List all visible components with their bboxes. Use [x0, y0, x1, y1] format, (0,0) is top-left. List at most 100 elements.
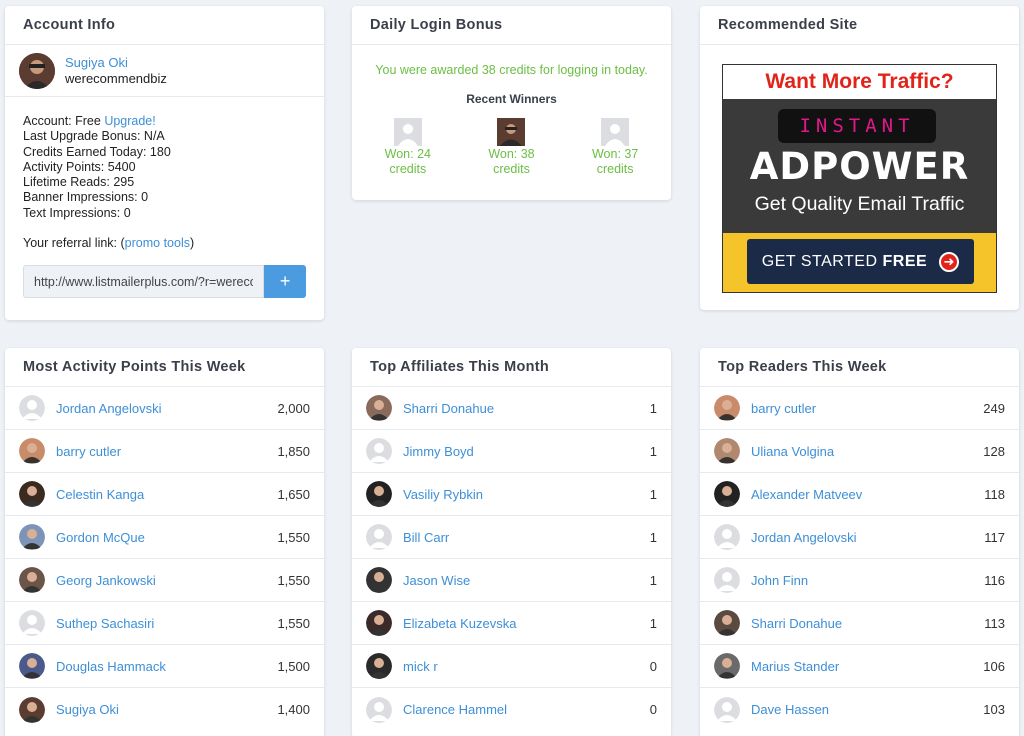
promo-tools-link[interactable]: promo tools — [125, 236, 190, 250]
activity-points-card: Most Activity Points This Week Jordan An… — [5, 348, 324, 736]
username-link[interactable]: Sugiya Oki — [65, 55, 167, 71]
member-name-link[interactable]: Sugiya Oki — [56, 702, 277, 717]
member-name-link[interactable]: barry cutler — [751, 401, 983, 416]
avatar[interactable] — [366, 653, 392, 679]
member-name-link[interactable]: Bill Carr — [403, 530, 650, 545]
member-name-link[interactable]: Sharri Donahue — [751, 616, 984, 631]
list-item: Clarence Hammel 0 — [352, 688, 671, 731]
avatar[interactable] — [714, 438, 740, 464]
member-value: 0 — [649, 702, 657, 717]
member-name-link[interactable]: Vasiliy Rybkin — [403, 487, 650, 502]
avatar[interactable] — [714, 610, 740, 636]
readers-list: barry cutler 249 Uliana Volgina 128 Alexande… — [700, 387, 1019, 731]
recent-winners-title: Recent Winners — [466, 92, 557, 106]
top-readers-card: Top Readers This Week barry cutler 249 Uli… — [700, 348, 1019, 736]
member-name-link[interactable]: Georg Jankowski — [56, 573, 277, 588]
member-name-link[interactable]: Elizabeta Kuzevska — [403, 616, 650, 631]
list-item: Marius Stander 106 — [700, 645, 1019, 688]
list-item: Vasiliy Rybkin 1 — [352, 473, 671, 516]
member-name-link[interactable]: Jordan Angelovski — [56, 401, 277, 416]
card-title: Most Activity Points This Week — [23, 359, 246, 375]
avatar[interactable] — [19, 395, 45, 421]
list-item: Jordan Angelovski 117 — [700, 516, 1019, 559]
member-name-link[interactable]: barry cutler — [56, 444, 277, 459]
member-value: 128 — [983, 443, 1005, 459]
avatar[interactable] — [497, 118, 526, 146]
list-item: barry cutler 249 — [700, 387, 1019, 430]
member-name-link[interactable]: Dave Hassen — [751, 702, 983, 717]
member-name-link[interactable]: Clarence Hammel — [403, 702, 650, 717]
avatar[interactable] — [19, 610, 45, 636]
avatar[interactable] — [601, 118, 630, 146]
member-value: 1,550 — [277, 572, 310, 588]
avatar[interactable] — [366, 481, 392, 507]
avatar[interactable] — [714, 395, 740, 421]
activity-list: Jordan Angelovski 2,000 barry cutler 1,850 C… — [5, 387, 324, 731]
member-value: 1,650 — [277, 486, 310, 502]
list-item: Sharri Donahue 1 — [352, 387, 671, 430]
list-item: Jason Wise 1 — [352, 559, 671, 602]
member-value: 106 — [983, 658, 1005, 674]
avatar[interactable] — [393, 118, 422, 146]
avatar[interactable] — [19, 438, 45, 464]
member-value: 1,400 — [277, 702, 310, 717]
member-name-link[interactable]: Alexander Matveev — [751, 487, 984, 502]
list-item: Alexander Matveev 118 — [700, 473, 1019, 516]
member-name-link[interactable]: Suthep Sachasiri — [56, 616, 277, 631]
member-value: 2,000 — [277, 400, 310, 416]
add-button[interactable]: + — [264, 265, 306, 299]
avatar[interactable] — [714, 524, 740, 550]
member-name-link[interactable]: Uliana Volgina — [751, 444, 983, 459]
bonus-message: You were awarded 38 credits for logging … — [375, 63, 648, 77]
list-item: Elizabeta Kuzevska 1 — [352, 602, 671, 645]
card-title: Top Affiliates This Month — [370, 359, 550, 375]
list-item: Sharri Donahue 113 — [700, 602, 1019, 645]
adpower-banner[interactable]: Want More Traffic? INSTANT ADPOWER Get Q… — [722, 64, 997, 293]
avatar[interactable] — [714, 653, 740, 679]
list-item: Bill Carr 1 — [352, 516, 671, 559]
referral-url-input[interactable] — [23, 265, 265, 299]
banner-impressions: Banner Impressions: 0 — [23, 190, 149, 205]
avatar[interactable] — [19, 653, 45, 679]
member-value: 1 — [649, 443, 657, 459]
credits-today: Credits Earned Today: 180 — [23, 144, 171, 159]
member-name-link[interactable]: John Finn — [751, 573, 984, 588]
upgrade-link[interactable]: Upgrade! — [104, 114, 155, 128]
avatar[interactable] — [19, 696, 45, 723]
avatar[interactable] — [366, 696, 392, 723]
list-item: Uliana Volgina 128 — [700, 430, 1019, 473]
member-name-link[interactable]: Marius Stander — [751, 659, 983, 674]
avatar[interactable] — [714, 481, 740, 507]
avatar[interactable] — [19, 481, 45, 507]
member-name-link[interactable]: Jimmy Boyd — [403, 444, 650, 459]
list-item: John Finn 116 — [700, 559, 1019, 602]
avatar[interactable] — [19, 52, 55, 89]
avatar[interactable] — [366, 395, 392, 421]
get-started-button[interactable]: GET STARTED FREE ➜ — [747, 239, 974, 284]
avatar[interactable] — [714, 567, 740, 593]
list-item: Gordon McQue 1,550 — [5, 516, 324, 559]
list-item: Celestin Kanga 1,650 — [5, 473, 324, 516]
member-name-link[interactable]: mick r — [403, 659, 650, 674]
member-name-link[interactable]: Gordon McQue — [56, 530, 277, 545]
member-name-link[interactable]: Jordan Angelovski — [751, 530, 984, 545]
avatar[interactable] — [19, 567, 45, 593]
member-name-link[interactable]: Celestin Kanga — [56, 487, 277, 502]
list-item: Sugiya Oki 1,400 — [5, 688, 324, 731]
user-handle: werecommendbiz — [65, 70, 167, 86]
member-name-link[interactable]: Douglas Hammack — [56, 659, 277, 674]
avatar[interactable] — [366, 610, 392, 636]
member-name-link[interactable]: Jason Wise — [403, 573, 650, 588]
avatar[interactable] — [714, 696, 740, 723]
avatar[interactable] — [366, 567, 392, 593]
card-header: Recommended Site — [700, 6, 1019, 45]
list-item: Jimmy Boyd 1 — [352, 430, 671, 473]
avatar[interactable] — [366, 438, 392, 464]
recent-winners: Won: 24 credits Won: 38 credits Won: 37 cre… — [352, 118, 671, 177]
ad-brand: ADPOWER — [749, 145, 970, 188]
member-value: 113 — [984, 615, 1005, 631]
avatar[interactable] — [19, 524, 45, 550]
activity-points: Activity Points: 5400 — [23, 159, 136, 174]
avatar[interactable] — [366, 524, 392, 550]
member-name-link[interactable]: Sharri Donahue — [403, 401, 650, 416]
